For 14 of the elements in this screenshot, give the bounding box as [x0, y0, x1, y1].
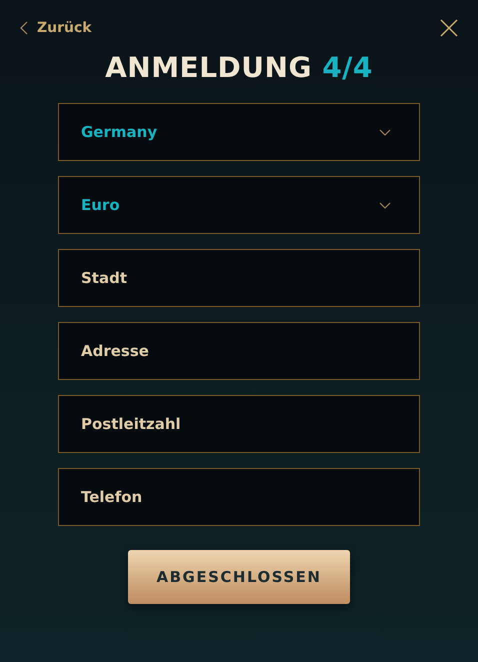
input-field[interactable]: Stadt: [58, 249, 420, 307]
dropdown-field[interactable]: Euro: [58, 176, 420, 234]
back-link[interactable]: Zurück: [20, 20, 92, 36]
input-field[interactable]: Postleitzahl: [58, 395, 420, 453]
chevron-down-icon: [379, 202, 391, 208]
form-title: ANMELDUNG: [105, 51, 312, 84]
chevron-left-icon: [20, 21, 28, 35]
chevron-down-icon: [379, 128, 391, 136]
dropdown-field[interactable]: Germany: [58, 103, 420, 161]
submit-button[interactable]: ABGESCHLOSSEN: [128, 550, 350, 604]
step-counter: 4/4: [322, 51, 373, 84]
input-field[interactable]: Telefon: [58, 468, 420, 526]
close-button[interactable]: [440, 19, 458, 37]
input-field[interactable]: Adresse: [58, 322, 420, 380]
